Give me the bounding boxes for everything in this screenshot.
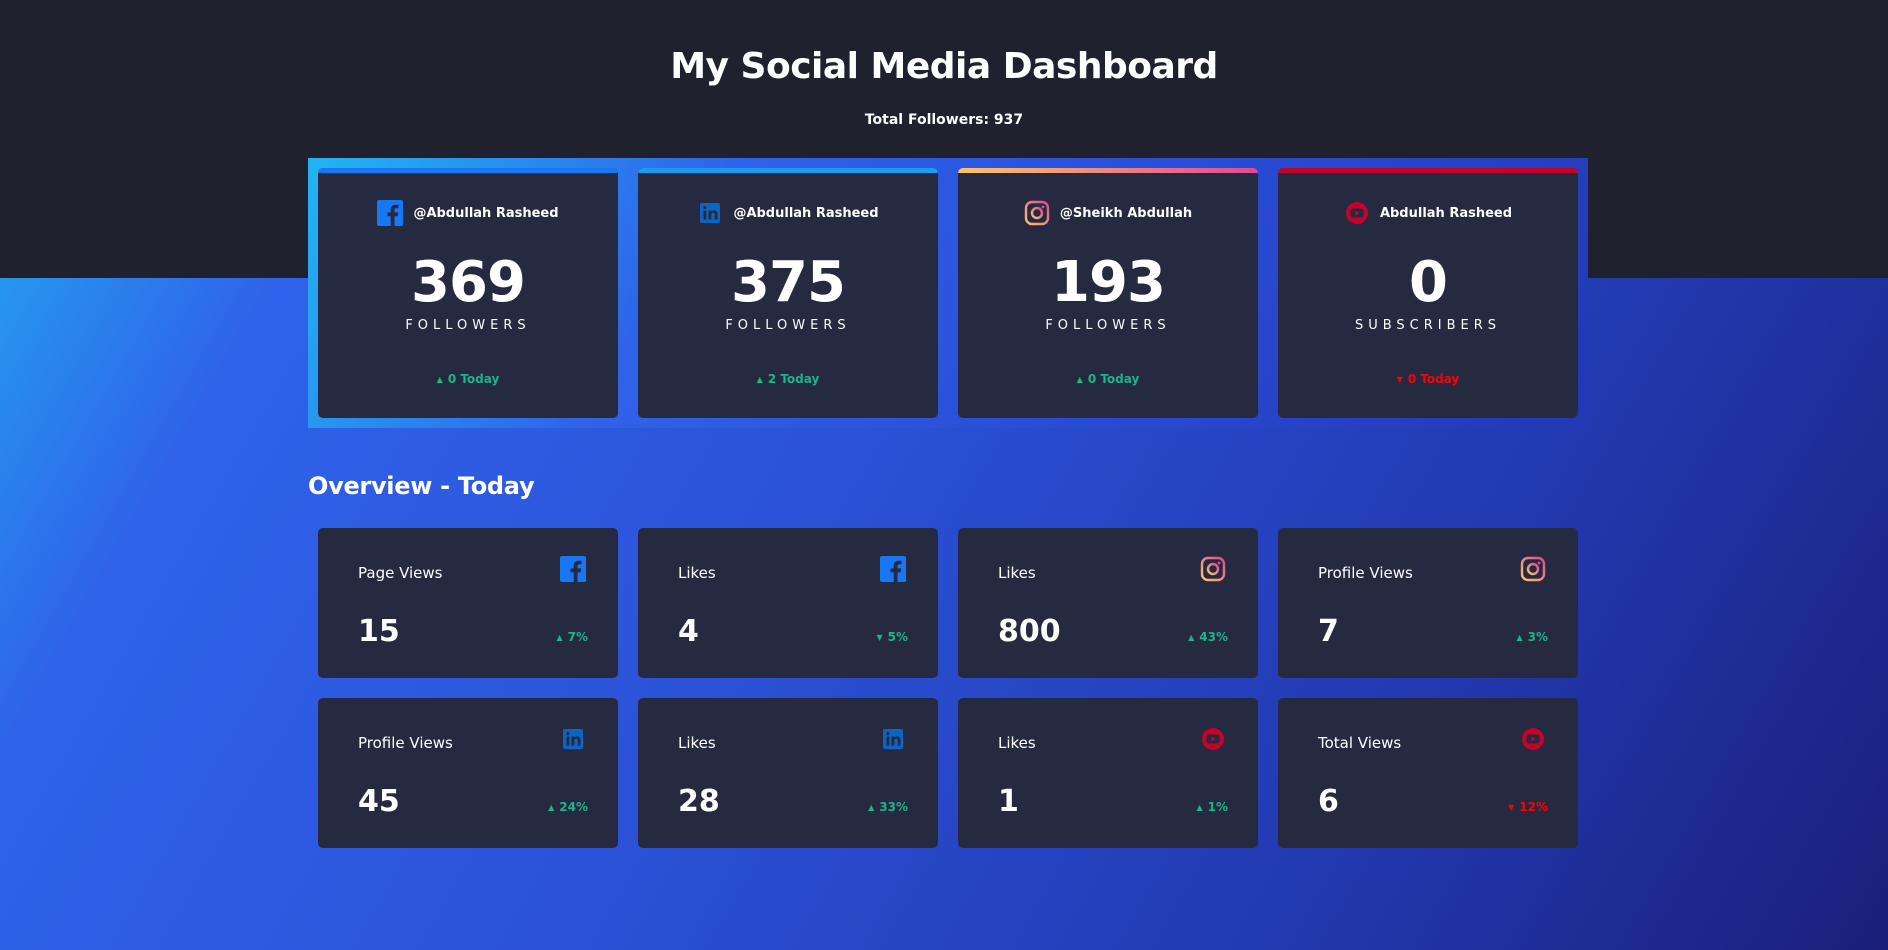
- facebook-follower-card[interactable]: @Abdullah Rasheed 369 FOLLOWERS ▲ 0 Today: [318, 168, 618, 418]
- metric-change: ▲ 43%: [1188, 630, 1228, 644]
- follower-unit: FOLLOWERS: [405, 318, 531, 333]
- subscriber-unit: SUBSCRIBERS: [1354, 318, 1502, 333]
- metric-value: 6: [1318, 784, 1339, 819]
- handle-row: Abdullah Rasheed: [1278, 200, 1578, 226]
- linkedin-icon: [880, 726, 906, 752]
- account-handle: @Abdullah Rasheed: [733, 205, 879, 221]
- metric-value: 800: [998, 614, 1061, 649]
- metric-label: Profile Views: [358, 734, 453, 752]
- metric-label: Total Views: [1318, 734, 1402, 752]
- account-handle: @Abdullah Rasheed: [413, 205, 559, 221]
- arrow-up-icon: ▲: [556, 633, 563, 642]
- arrow-up-icon: ▲: [868, 803, 875, 812]
- metric-value: 4: [678, 614, 699, 649]
- metric-value: 45: [358, 784, 400, 819]
- metric-label: Likes: [678, 734, 716, 752]
- metric-change: ▼ 5%: [876, 630, 908, 644]
- arrow-down-icon: ▼: [1396, 375, 1403, 384]
- page-title: My Social Media Dashboard: [670, 46, 1218, 87]
- arrow-down-icon: ▼: [876, 633, 883, 642]
- today-change: ▼ 0 Today: [1396, 372, 1460, 386]
- account-handle: @Sheikh Abdullah: [1059, 205, 1193, 221]
- handle-row: @Abdullah Rasheed: [638, 200, 938, 226]
- instagram-icon: [1200, 556, 1226, 582]
- follower-count: 369: [411, 250, 526, 315]
- card-accent-bar: [1278, 168, 1578, 173]
- metric-change: ▼ 12%: [1508, 800, 1548, 814]
- card-accent-bar: [958, 168, 1258, 173]
- arrow-up-icon: ▲: [756, 375, 763, 384]
- arrow-up-icon: ▲: [1516, 633, 1523, 642]
- arrow-up-icon: ▲: [1076, 375, 1083, 384]
- overview-card[interactable]: Likes 4 ▼ 5%: [638, 528, 938, 678]
- linkedin-icon: [560, 726, 586, 752]
- overview-card[interactable]: Likes 1 ▲ 1%: [958, 698, 1258, 848]
- today-change: ▲ 0 Today: [436, 372, 500, 386]
- instagram-icon: [1024, 200, 1050, 226]
- card-accent-bar: [638, 168, 938, 173]
- metric-label: Likes: [998, 734, 1036, 752]
- facebook-icon: [880, 556, 906, 582]
- total-followers: Total Followers: 937: [864, 112, 1024, 128]
- today-change: ▲ 0 Today: [1076, 372, 1140, 386]
- overview-card[interactable]: Likes 28 ▲ 33%: [638, 698, 938, 848]
- metric-label: Profile Views: [1318, 564, 1413, 582]
- instagram-icon: [1520, 556, 1546, 582]
- overview-title: Overview - Today: [308, 472, 535, 500]
- overview-card[interactable]: Profile Views 7 ▲ 3%: [1278, 528, 1578, 678]
- metric-change: ▲ 1%: [1196, 800, 1228, 814]
- follower-count: 375: [731, 250, 846, 315]
- account-handle: Abdullah Rasheed: [1379, 205, 1513, 221]
- overview-card[interactable]: Page Views 15 ▲ 7%: [318, 528, 618, 678]
- youtube-icon: [1200, 726, 1226, 752]
- arrow-up-icon: ▲: [1196, 803, 1203, 812]
- overview-card[interactable]: Total Views 6 ▼ 12%: [1278, 698, 1578, 848]
- follower-count: 193: [1051, 250, 1166, 315]
- card-accent-bar: [318, 168, 618, 173]
- metric-value: 7: [1318, 614, 1339, 649]
- facebook-icon: [560, 556, 586, 582]
- handle-row: @Sheikh Abdullah: [958, 200, 1258, 226]
- subscriber-count: 0: [1409, 250, 1448, 315]
- arrow-up-icon: ▲: [436, 375, 443, 384]
- metric-label: Likes: [678, 564, 716, 582]
- metric-value: 15: [358, 614, 400, 649]
- handle-row: @Abdullah Rasheed: [318, 200, 618, 226]
- metric-label: Likes: [998, 564, 1036, 582]
- metric-change: ▲ 3%: [1516, 630, 1548, 644]
- metric-change: ▲ 24%: [548, 800, 588, 814]
- metric-change: ▲ 7%: [556, 630, 588, 644]
- arrow-up-icon: ▲: [1188, 633, 1195, 642]
- overview-card[interactable]: Likes 800 ▲ 43%: [958, 528, 1258, 678]
- youtube-icon: [1344, 200, 1370, 226]
- linkedin-icon: [697, 200, 723, 226]
- youtube-follower-card[interactable]: Abdullah Rasheed 0 SUBSCRIBERS ▼ 0 Today: [1278, 168, 1578, 418]
- youtube-icon: [1520, 726, 1546, 752]
- arrow-down-icon: ▼: [1508, 803, 1515, 812]
- follower-unit: FOLLOWERS: [1045, 318, 1171, 333]
- follower-unit: FOLLOWERS: [725, 318, 851, 333]
- metric-label: Page Views: [358, 564, 443, 582]
- facebook-icon: [377, 200, 404, 226]
- metric-value: 1: [998, 784, 1019, 819]
- arrow-up-icon: ▲: [548, 803, 555, 812]
- metric-change: ▲ 33%: [868, 800, 908, 814]
- overview-card[interactable]: Profile Views 45 ▲ 24%: [318, 698, 618, 848]
- metric-value: 28: [678, 784, 720, 819]
- today-change: ▲ 2 Today: [756, 372, 820, 386]
- instagram-follower-card[interactable]: @Sheikh Abdullah 193 FOLLOWERS ▲ 0 Today: [958, 168, 1258, 418]
- linkedin-follower-card[interactable]: @Abdullah Rasheed 375 FOLLOWERS ▲ 2 Today: [638, 168, 938, 418]
